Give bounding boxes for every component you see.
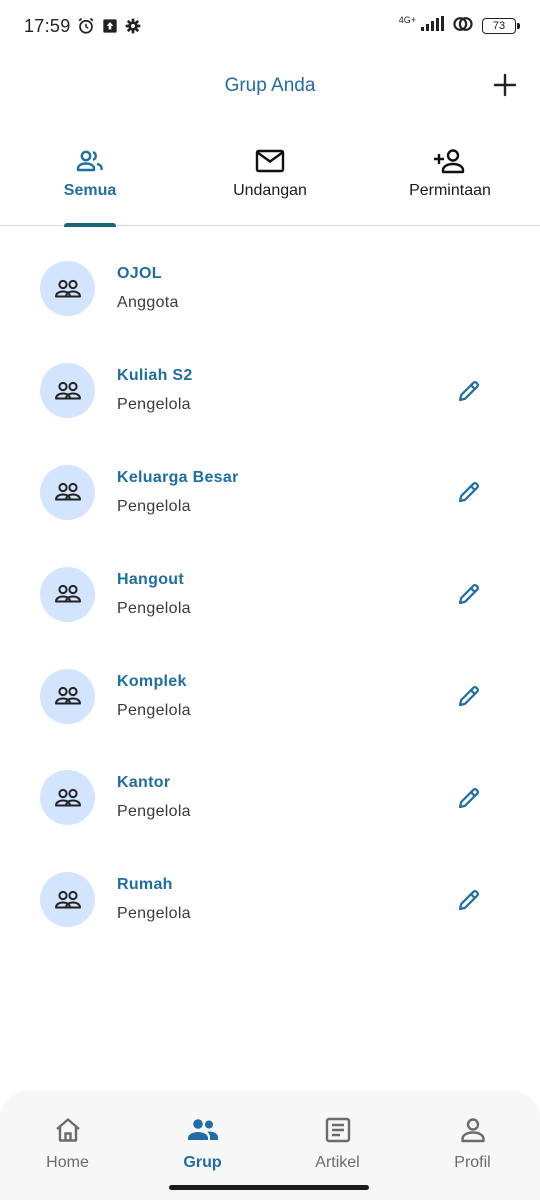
- network-type: 4G+: [398, 14, 416, 25]
- group-list-item[interactable]: Hangout Pengelola: [0, 543, 540, 645]
- pencil-icon: [458, 584, 479, 605]
- mail-icon: [255, 146, 285, 176]
- battery-indicator: 73: [482, 18, 520, 34]
- nav-item-profil[interactable]: Profil: [405, 1092, 540, 1200]
- home-icon: [54, 1116, 82, 1144]
- active-tab-indicator: [64, 222, 116, 227]
- tab-permintaan[interactable]: Permintaan: [360, 140, 540, 225]
- nav-label: Profil: [454, 1154, 491, 1171]
- upload-notification-icon: [102, 18, 118, 34]
- group-role: Pengelola: [117, 905, 191, 923]
- group-role: Anggota: [117, 294, 179, 312]
- group-name: OJOL: [117, 265, 162, 283]
- tab-undangan[interactable]: Undangan: [180, 140, 360, 225]
- edit-group-button[interactable]: [456, 378, 482, 404]
- group-icon: [54, 279, 81, 298]
- group-avatar: [40, 261, 95, 317]
- tab-label: Undangan: [233, 182, 307, 199]
- group-list-item[interactable]: Keluarga Besar Pengelola: [0, 442, 540, 544]
- group-list: OJOL Anggota Kuliah S2 Pengelola Keluarg…: [0, 238, 540, 951]
- pencil-icon: [458, 380, 479, 401]
- bottom-navigation: Home Grup Artikel Profil: [0, 1092, 540, 1200]
- nav-item-grup[interactable]: Grup: [135, 1092, 270, 1200]
- group-list-item[interactable]: Komplek Pengelola: [0, 645, 540, 747]
- person-add-icon: [433, 146, 467, 176]
- group-name: Hangout: [117, 570, 184, 588]
- group-avatar: [40, 566, 95, 622]
- nav-label: Grup: [183, 1154, 222, 1171]
- article-icon: [325, 1116, 351, 1144]
- page-title: Grup Anda: [224, 75, 316, 96]
- group-list-item[interactable]: Rumah Pengelola: [0, 849, 540, 951]
- pencil-icon: [458, 787, 479, 808]
- tab-label: Permintaan: [409, 182, 491, 199]
- tab-bar: Semua Undangan Permintaan: [0, 140, 540, 227]
- hotspot-link-icon: [452, 15, 474, 38]
- group-name: Kantor: [117, 774, 171, 792]
- edit-group-button[interactable]: [456, 479, 482, 505]
- nav-item-home[interactable]: Home: [0, 1092, 135, 1200]
- status-time: 17:59: [24, 15, 71, 36]
- group-avatar: [40, 464, 95, 520]
- nav-item-artikel[interactable]: Artikel: [270, 1092, 405, 1200]
- group-icon: [54, 381, 81, 400]
- person-icon: [460, 1116, 486, 1144]
- group-role: Pengelola: [117, 396, 191, 414]
- group-avatar: [40, 363, 95, 419]
- nav-label: Home: [46, 1154, 89, 1171]
- group-name: Rumah: [117, 876, 173, 894]
- edit-group-button[interactable]: [456, 785, 482, 811]
- group-icon: [54, 483, 81, 501]
- add-group-button[interactable]: [490, 70, 520, 100]
- group-name: Kuliah S2: [117, 367, 193, 385]
- plus-icon: [493, 73, 517, 97]
- group-icon: [54, 788, 81, 807]
- group-role: Pengelola: [117, 803, 191, 821]
- tab-label: Semua: [63, 182, 117, 199]
- group-icon: [54, 890, 81, 909]
- edit-group-button[interactable]: [456, 887, 482, 913]
- home-indicator: [169, 1185, 369, 1190]
- signal-icon: [420, 15, 444, 37]
- settings-icon: [125, 18, 141, 34]
- tab-semua[interactable]: Semua: [0, 140, 180, 227]
- group-avatar: [40, 668, 95, 724]
- pencil-icon: [458, 482, 479, 503]
- group-icon: [76, 146, 104, 176]
- group-list-item[interactable]: Kantor Pengelola: [0, 747, 540, 849]
- group-list-item[interactable]: Kuliah S2 Pengelola: [0, 340, 540, 442]
- group-name: Keluarga Besar: [117, 468, 239, 486]
- group-avatar: [40, 872, 95, 928]
- group-name: Komplek: [117, 672, 187, 690]
- app-header: Grup Anda: [0, 58, 540, 114]
- edit-group-button[interactable]: [456, 683, 482, 709]
- group-list-item[interactable]: OJOL Anggota: [0, 238, 540, 340]
- status-bar: 17:59 4G+ 73: [0, 0, 540, 52]
- group-role: Pengelola: [117, 701, 191, 719]
- group-icon: [54, 686, 81, 705]
- group-role: Pengelola: [117, 599, 191, 617]
- group-icon: [54, 585, 81, 603]
- edit-group-button[interactable]: [456, 581, 482, 607]
- group-avatar: [40, 770, 95, 826]
- group-role: Pengelola: [117, 497, 191, 515]
- group-icon: [187, 1116, 219, 1144]
- alarm-icon: [77, 17, 95, 35]
- pencil-icon: [458, 686, 479, 707]
- pencil-icon: [458, 889, 479, 910]
- nav-label: Artikel: [315, 1154, 360, 1171]
